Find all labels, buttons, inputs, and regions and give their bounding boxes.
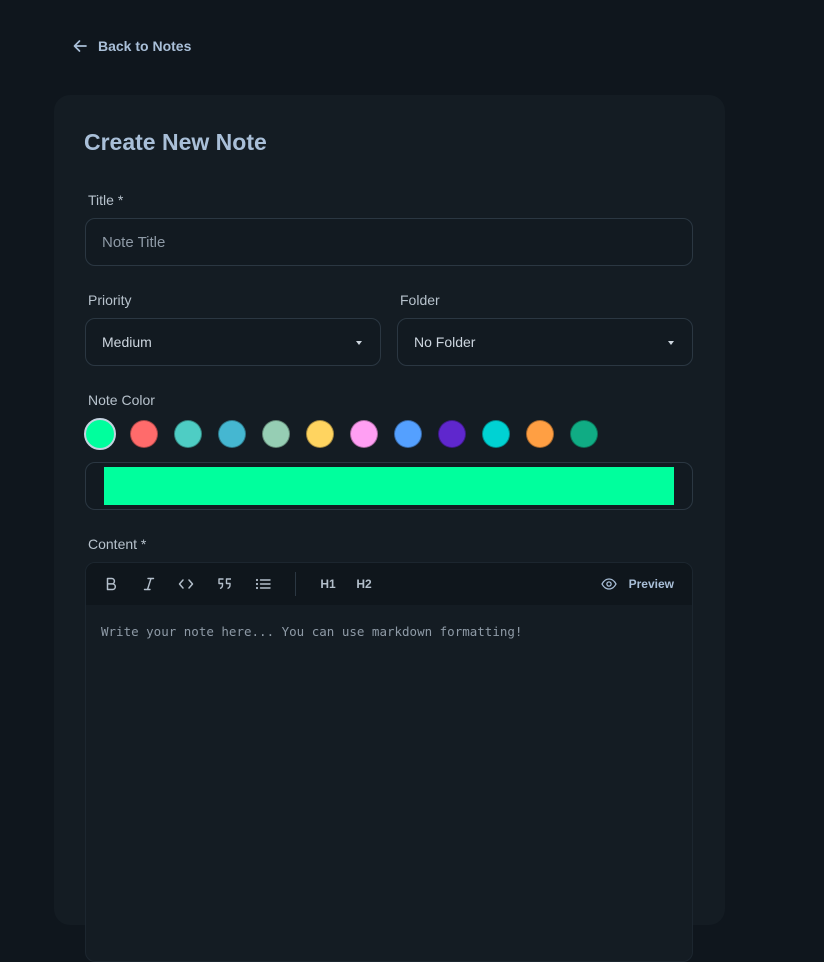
folder-value: No Folder xyxy=(414,334,476,350)
color-swatch[interactable] xyxy=(350,420,378,448)
page-title: Create New Note xyxy=(84,129,267,155)
content-textarea-placeholder[interactable]: Write your note here... You can use mark… xyxy=(101,624,522,639)
color-swatch[interactable] xyxy=(174,420,202,448)
quote-button[interactable] xyxy=(215,574,235,594)
title-input[interactable]: Note Title xyxy=(85,218,693,266)
color-swatch[interactable] xyxy=(394,420,422,448)
preview-label: Preview xyxy=(628,577,674,591)
color-swatch[interactable] xyxy=(438,420,466,448)
back-to-notes-link[interactable]: Back to Notes xyxy=(72,36,191,56)
markdown-editor: H1 H2 Preview Write your note here... Yo… xyxy=(85,562,693,962)
bold-button[interactable] xyxy=(102,574,120,594)
preview-button[interactable]: Preview xyxy=(600,574,674,594)
folder-label: Folder xyxy=(400,292,440,308)
color-swatch[interactable] xyxy=(262,420,290,448)
color-swatch[interactable] xyxy=(482,420,510,448)
list-button[interactable] xyxy=(253,574,273,594)
bold-icon xyxy=(106,577,116,591)
h1-button[interactable]: H1 xyxy=(317,574,339,594)
italic-button[interactable] xyxy=(140,574,158,594)
folder-select[interactable]: No Folder xyxy=(397,318,693,366)
selected-color-bar xyxy=(104,467,674,505)
list-icon xyxy=(255,578,271,590)
caret-down-icon xyxy=(668,341,674,345)
quote-icon xyxy=(218,578,231,590)
back-label: Back to Notes xyxy=(98,38,192,54)
note-color-label: Note Color xyxy=(88,392,155,408)
color-swatch[interactable] xyxy=(306,420,334,448)
color-swatch[interactable] xyxy=(84,418,116,450)
note-form-card: Create New Note Title * Note Title Prior… xyxy=(54,95,725,962)
arrow-left-icon xyxy=(73,40,87,52)
code-icon xyxy=(178,579,194,589)
color-swatch[interactable] xyxy=(526,420,554,448)
caret-down-icon xyxy=(356,341,362,345)
priority-value: Medium xyxy=(102,334,152,350)
color-swatch[interactable] xyxy=(130,420,158,448)
color-picker-input[interactable] xyxy=(85,462,693,510)
priority-select[interactable]: Medium xyxy=(85,318,381,366)
content-label: Content * xyxy=(88,536,147,552)
eye-icon xyxy=(600,578,617,590)
color-swatch[interactable] xyxy=(218,420,246,448)
title-label: Title * xyxy=(88,192,124,208)
priority-label: Priority xyxy=(88,292,132,308)
italic-icon xyxy=(143,577,155,591)
color-swatch[interactable] xyxy=(570,420,598,448)
code-button[interactable] xyxy=(176,574,196,594)
editor-toolbar: H1 H2 Preview xyxy=(86,563,692,605)
h2-button[interactable]: H2 xyxy=(353,574,375,594)
toolbar-divider xyxy=(295,572,296,596)
title-placeholder: Note Title xyxy=(102,234,166,251)
